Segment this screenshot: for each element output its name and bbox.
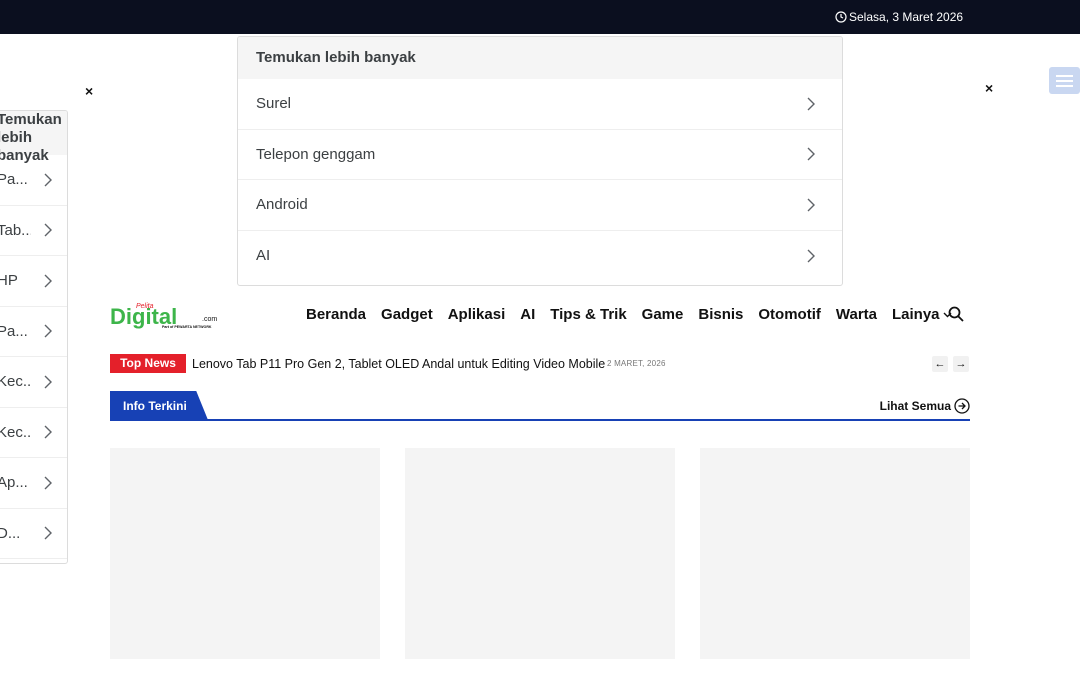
ticker-date: 2 MARET, 2026 (607, 359, 666, 368)
side-panel-item-label: HP (0, 272, 18, 290)
see-all-label: Lihat Semua (879, 399, 951, 413)
search-icon[interactable] (948, 306, 964, 322)
side-panel-item-label: Kec... (0, 373, 31, 391)
popup-item-label: Telepon genggam (256, 145, 376, 163)
popup-item-android[interactable]: Android (238, 180, 842, 231)
hamburger-menu-icon[interactable] (1049, 67, 1080, 94)
logo-tagline: Part of PEWARTA NETWORK (162, 325, 212, 329)
ticker-prev-button[interactable]: ← (932, 356, 948, 372)
see-all-link[interactable]: Lihat Semua (880, 398, 970, 414)
side-panel-item[interactable]: HP (0, 256, 67, 307)
nav-item-ai[interactable]: AI (520, 306, 535, 323)
ticker-next-button[interactable]: → (953, 356, 969, 372)
nav-item-gadget[interactable]: Gadget (381, 306, 433, 323)
popup-item-label: Android (256, 196, 308, 214)
chevron-right-icon (807, 198, 815, 212)
side-panel-item[interactable]: D... (0, 509, 67, 559)
nav-item-lainya[interactable]: Lainya (892, 306, 952, 323)
nav-more-label: Lainya (892, 306, 940, 323)
nav-item-otomotif[interactable]: Otomotif (758, 306, 820, 323)
popup-title: Temukan lebih banyak (238, 37, 842, 79)
chevron-right-icon (44, 526, 52, 540)
side-panel-item[interactable]: Pa... (0, 307, 67, 357)
popup-item-surel[interactable]: Surel (238, 79, 842, 130)
nav-item-bisnis[interactable]: Bisnis (698, 306, 743, 323)
popup-item-label: AI (256, 247, 271, 265)
top-news-ticker: Top News Lenovo Tab P11 Pro Gen 2, Table… (110, 354, 970, 374)
article-card-placeholder[interactable] (110, 448, 380, 659)
article-card-placeholder[interactable] (700, 448, 970, 659)
chevron-right-icon (807, 249, 815, 263)
nav-item-beranda[interactable]: Beranda (306, 306, 366, 323)
side-panel-item[interactable]: Kec... (0, 357, 67, 408)
popup-item-ai[interactable]: AI (238, 231, 842, 282)
date-text: Selasa, 3 Maret 2026 (849, 10, 964, 24)
side-discover-panel: Temukan lebih banyak Pa... Tab... HP Pa.… (0, 110, 68, 564)
discover-more-popup: Temukan lebih banyak Surel Telepon gengg… (237, 36, 843, 286)
site-logo[interactable]: Pelita Digital .com Part of PEWARTA NETW… (110, 300, 225, 330)
article-card-placeholder[interactable] (405, 448, 675, 659)
side-panel-item-label: D... (0, 524, 21, 542)
section-header: Info Terkini Lihat Semua (110, 391, 970, 421)
date-display: Selasa, 3 Maret 2026 (835, 10, 963, 24)
side-panel-item-label: Pa... (0, 171, 28, 189)
main-nav: Beranda Gadget Aplikasi AI Tips & Trik G… (306, 306, 952, 323)
top-news-badge: Top News (110, 354, 186, 373)
side-panel-item-label: Tab... (0, 221, 31, 239)
arrow-right-icon: → (955, 358, 967, 370)
side-panel-item-label: Ap... (0, 474, 28, 492)
popup-item-telepon-genggam[interactable]: Telepon genggam (238, 130, 842, 180)
close-ad-right-button[interactable]: × (985, 81, 993, 95)
chevron-right-icon (44, 476, 52, 490)
arrow-left-icon: ← (934, 358, 946, 370)
section-title: Info Terkini (110, 391, 208, 420)
nav-item-warta[interactable]: Warta (836, 306, 877, 323)
close-ad-left-button[interactable]: × (85, 84, 93, 98)
logo-suffix: .com (202, 316, 217, 323)
chevron-right-icon (44, 223, 52, 237)
side-panel-item-label: Pa... (0, 322, 28, 340)
chevron-right-icon (44, 324, 52, 338)
side-panel-item[interactable]: Tab... (0, 206, 67, 256)
chevron-right-icon (44, 173, 52, 187)
nav-item-game[interactable]: Game (642, 306, 684, 323)
top-bar: Selasa, 3 Maret 2026 (0, 0, 1080, 34)
chevron-right-icon (44, 375, 52, 389)
chevron-right-icon (807, 97, 815, 111)
ticker-headline-link[interactable]: Lenovo Tab P11 Pro Gen 2, Tablet OLED An… (192, 357, 605, 371)
side-panel-item[interactable]: Ap... (0, 458, 67, 509)
side-panel-title: Temukan lebih banyak (0, 111, 67, 164)
chevron-right-icon (44, 425, 52, 439)
clock-icon (835, 11, 847, 23)
arrow-circle-right-icon (954, 398, 970, 414)
chevron-right-icon (807, 147, 815, 161)
side-panel-item[interactable]: Kec... (0, 408, 67, 458)
side-panel-item-label: Kec... (0, 423, 31, 441)
chevron-right-icon (44, 274, 52, 288)
nav-item-aplikasi[interactable]: Aplikasi (448, 306, 506, 323)
popup-item-label: Surel (256, 95, 292, 113)
nav-item-tips-trik[interactable]: Tips & Trik (550, 306, 626, 323)
